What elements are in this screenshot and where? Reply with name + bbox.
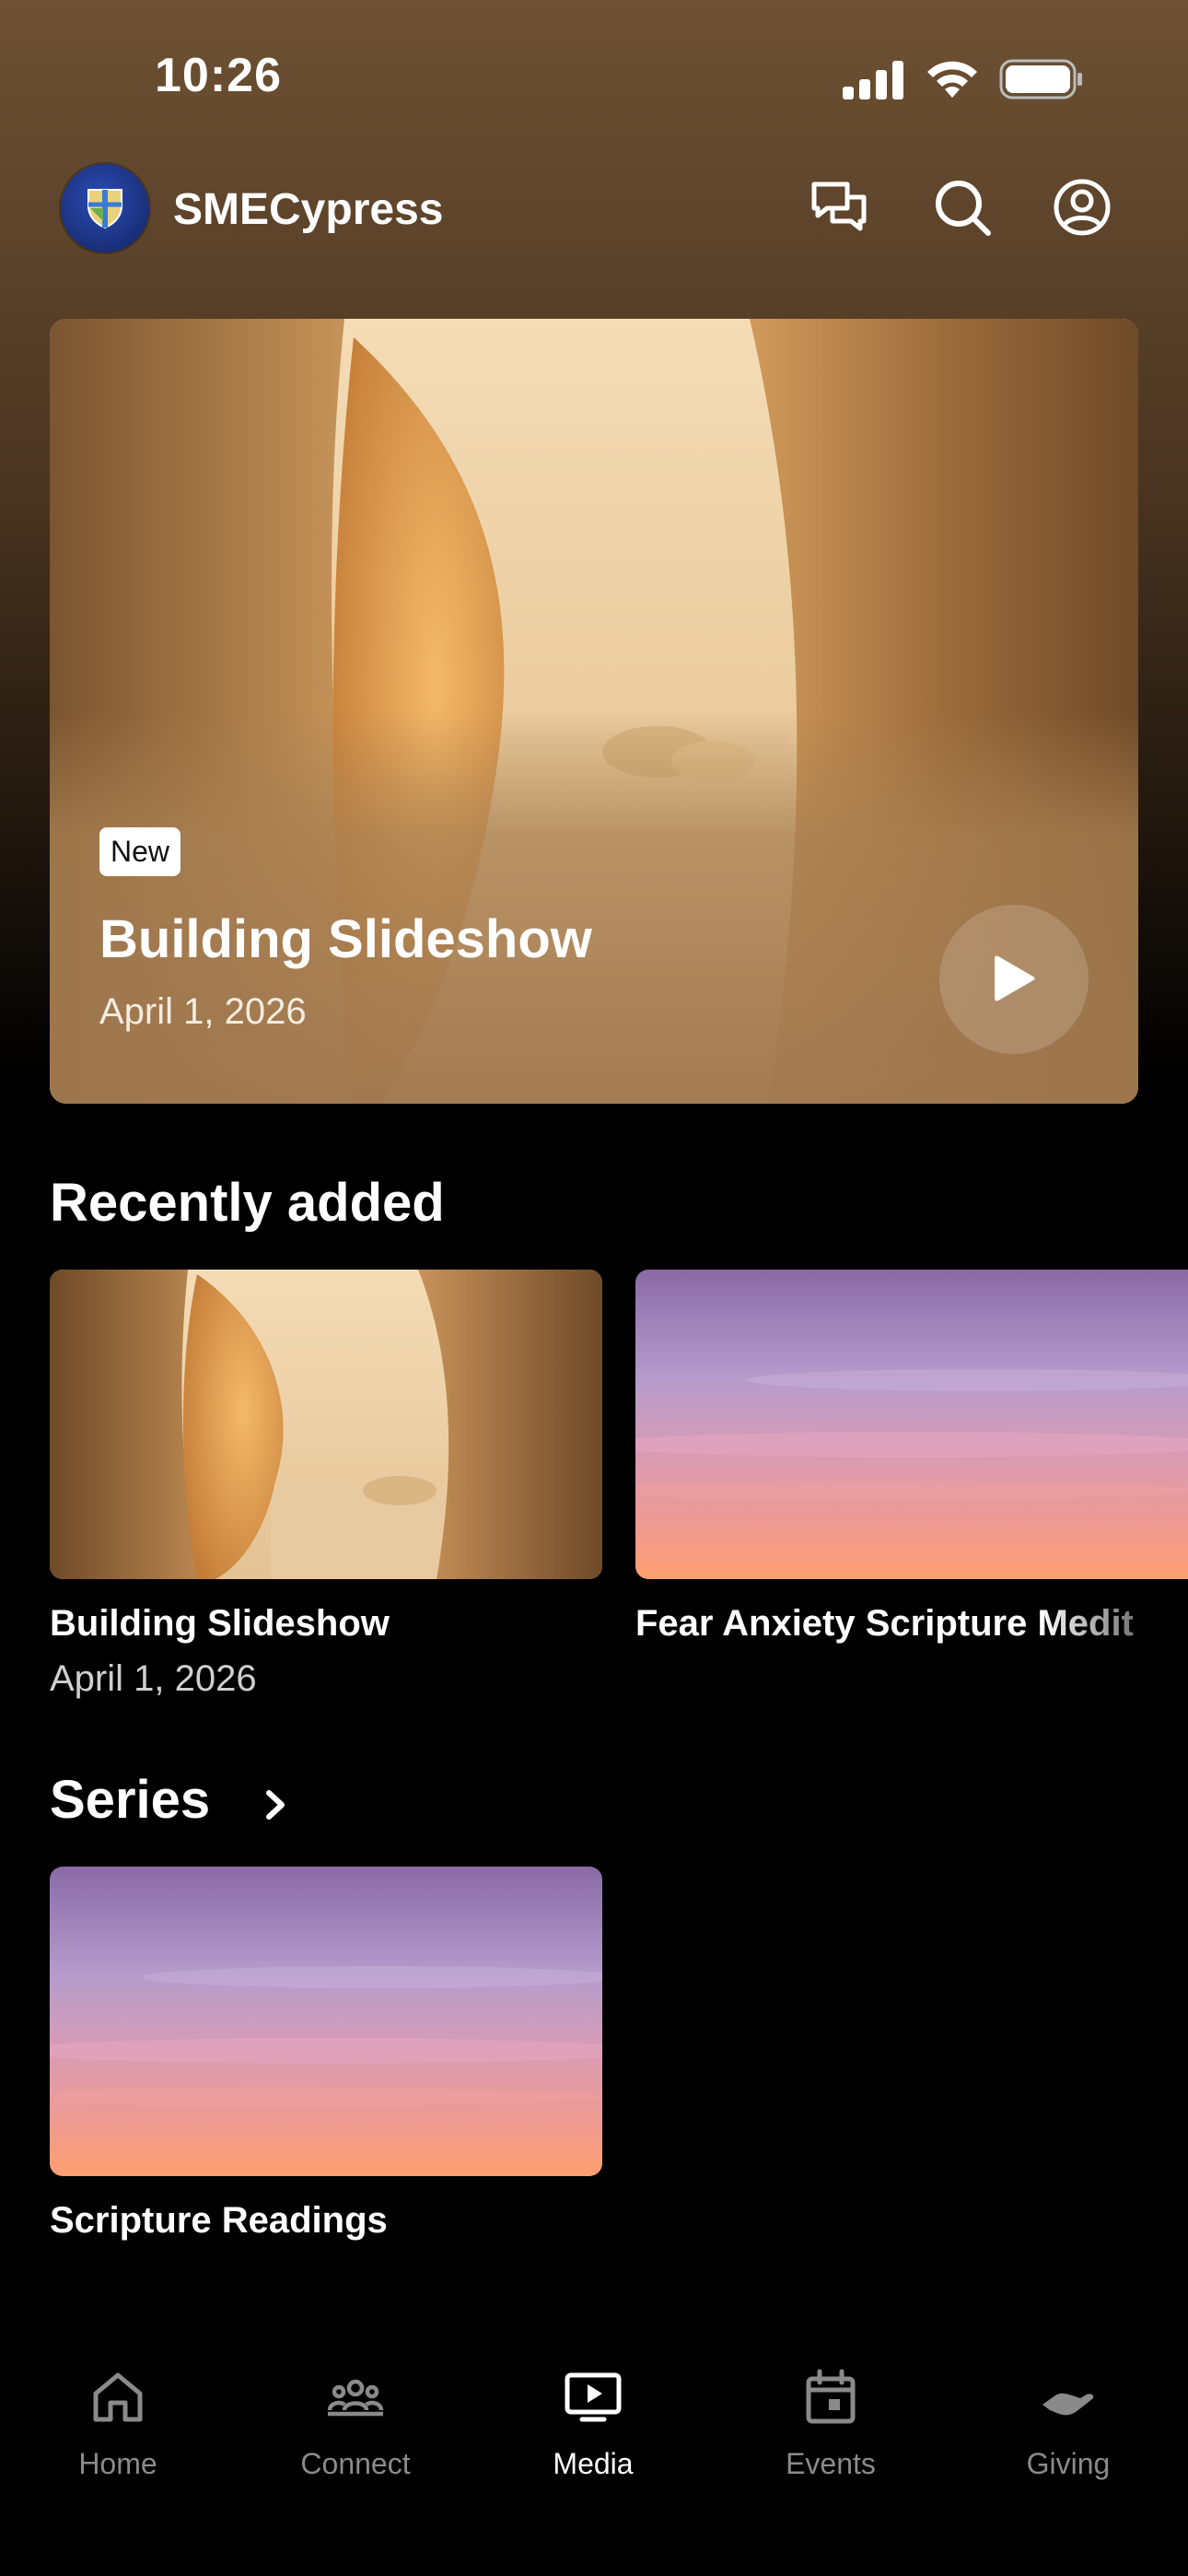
shield-icon [87,189,122,228]
tab-home[interactable]: Home [26,2368,210,2481]
status-bar: 10:26 [0,0,1188,157]
featured-date: April 1, 2026 [99,991,307,1032]
media-thumbnail[interactable] [50,1270,602,1579]
tab-label: Connect [300,2447,411,2480]
tab-giving[interactable]: Giving [976,2368,1160,2481]
tv-play-icon [565,2372,622,2422]
play-icon [995,955,1035,1001]
new-badge: New [99,827,181,876]
tab-label: Events [786,2447,876,2480]
media-thumbnail[interactable] [635,1270,1188,1579]
play-button[interactable] [939,905,1089,1054]
featured-title: Building Slideshow [99,909,592,969]
recently-added-heading: Recently added [50,1173,445,1233]
calendar-icon [806,2369,856,2424]
battery-icon [999,59,1082,100]
tab-connect[interactable]: Connect [263,2368,448,2481]
people-icon [327,2379,384,2417]
bottom-tab-bar: Home Connect Media Events Giving [0,2340,1188,2576]
search-icon[interactable] [930,175,995,240]
series-heading[interactable]: Series [50,1769,210,1831]
status-time: 10:26 [155,49,282,102]
church-logo[interactable] [61,164,149,252]
media-date: April 1, 2026 [50,1658,257,1699]
series-title: Scripture Readings [50,2200,388,2241]
tab-label: Giving [1026,2447,1111,2480]
series-thumbnail[interactable] [50,1867,602,2176]
wifi-icon [927,61,977,98]
sunset-sky-image [50,1867,602,2176]
app-header: SMECypress [0,157,1188,267]
tab-label: Media [553,2447,634,2480]
giving-hand-icon [1042,2393,1094,2416]
featured-media-card[interactable]: New Building Slideshow April 1, 2026 [50,319,1138,1104]
home-icon [93,2372,143,2422]
chevron-right-icon[interactable] [258,1782,295,1828]
sunset-sky-image [635,1270,1188,1579]
tomb-thumbnail-image [50,1270,602,1579]
tab-media[interactable]: Media [501,2368,685,2481]
scroll-fade [1041,1585,1188,1649]
media-title: Building Slideshow [50,1603,390,1644]
profile-icon[interactable] [1050,175,1114,240]
app-title: SMECypress [173,185,444,234]
chat-bubbles-icon[interactable] [807,175,871,240]
cellular-signal-icon [843,61,903,100]
tab-label: Home [78,2447,157,2480]
tab-events[interactable]: Events [739,2368,923,2481]
